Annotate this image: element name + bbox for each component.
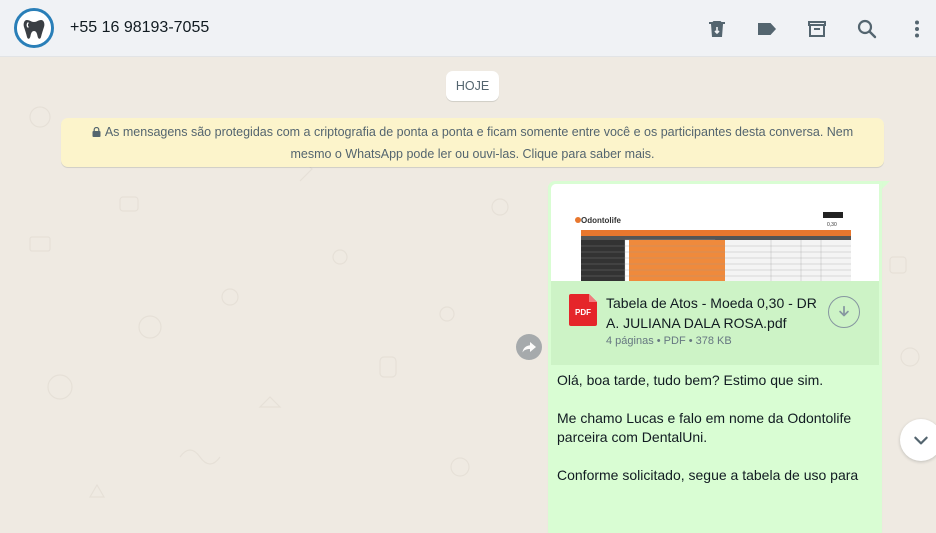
forward-button[interactable] — [516, 334, 542, 360]
message-text: Olá, boa tarde, tudo bem? Estimo que sim… — [557, 371, 873, 504]
message-line: Me chamo Lucas e falo em nome da Odontol… — [557, 410, 852, 445]
document-name: Tabela de Atos - Moeda 0,30 - DR A. JULI… — [606, 295, 817, 331]
document-preview[interactable]: Odontolife 0,30 — [551, 184, 879, 281]
date-chip: HOJE — [446, 71, 499, 101]
chat-header: +55 16 98193-7055 — [0, 0, 936, 57]
chevron-down-icon — [914, 436, 928, 445]
avatar[interactable] — [14, 8, 54, 48]
download-icon — [839, 305, 849, 317]
document-preview-image: Odontolife 0,30 — [551, 184, 879, 281]
document-meta: 4 páginas • PDF • 378 KB — [606, 335, 732, 347]
encryption-notice[interactable]: As mensagens são protegidas com a cripto… — [61, 118, 884, 167]
chat-panel[interactable]: HOJE As mensagens são protegidas com a c… — [0, 57, 936, 533]
label-icon[interactable] — [754, 16, 780, 42]
document-card[interactable]: PDF Tabela de Atos - Moeda 0,30 - DR A. … — [551, 281, 879, 365]
lock-icon — [92, 127, 101, 137]
encryption-notice-text: As mensagens são protegidas com a cripto… — [104, 125, 854, 161]
outgoing-message[interactable]: Odontolife 0,30 PDF Tabela de Atos - Moe… — [548, 181, 882, 533]
tooth-icon — [17, 11, 51, 45]
archive-icon[interactable] — [804, 16, 830, 42]
message-line: Olá, boa tarde, tudo bem? Estimo que sim… — [557, 372, 824, 388]
scroll-to-bottom-button[interactable] — [900, 419, 936, 461]
contact-name[interactable]: +55 16 98193-7055 — [70, 19, 209, 37]
pdf-icon-label: PDF — [575, 308, 591, 317]
document-preview-brand: Odontolife — [581, 216, 622, 225]
menu-icon[interactable] — [904, 16, 930, 42]
search-icon[interactable] — [854, 16, 880, 42]
pdf-icon: PDF — [569, 294, 597, 326]
forward-icon — [522, 342, 536, 353]
delete-icon[interactable] — [704, 16, 730, 42]
document-preview-price: 0,30 — [827, 222, 837, 228]
download-button[interactable] — [828, 296, 860, 328]
message-line: Conforme solicitado, segue a tabela de u… — [557, 467, 859, 483]
